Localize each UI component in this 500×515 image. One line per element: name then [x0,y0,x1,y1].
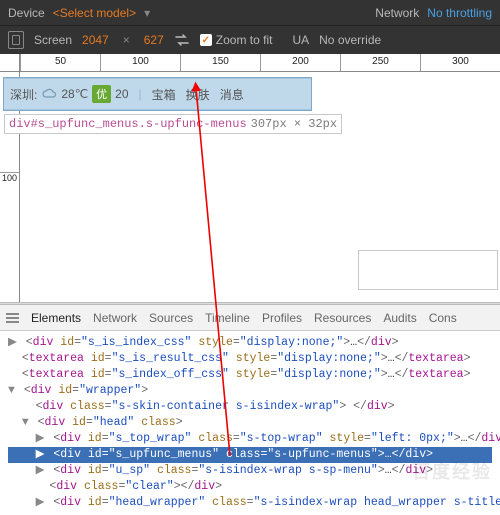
temperature: 28℃ [61,87,88,101]
screen-height[interactable]: 627 [144,33,164,47]
dropdown-icon[interactable]: ▾ [144,6,150,20]
search-input-placeholder [358,250,498,290]
tab-profiles[interactable]: Profiles [262,311,302,325]
throttling-select[interactable]: No throttling [427,6,492,20]
ruler-horizontal: 50 100 150 200 250 300 [0,54,500,72]
network-label: Network [375,6,419,20]
ua-select[interactable]: No override [319,33,381,47]
link-skin[interactable]: 换肤 [186,86,210,103]
dom-node[interactable]: ▶ <div id="s_top_wrap" class="s-top-wrap… [8,431,492,447]
tab-console[interactable]: Cons [429,311,457,325]
swap-icon[interactable] [174,32,190,48]
zoom-to-fit-checkbox[interactable]: ✓ Zoom to fit [200,33,273,47]
dom-node[interactable]: ▶ <div id="s_is_index_css" style="displa… [8,335,492,351]
dom-node[interactable]: ▼ <div id="head" class> [8,415,492,431]
device-label: Device [8,6,45,20]
cloud-icon [41,86,57,102]
tab-timeline[interactable]: Timeline [205,311,250,325]
dom-node[interactable]: ▼ <div id="wrapper"> [8,383,492,399]
tab-elements[interactable]: Elements [31,311,81,325]
dom-node[interactable]: <div class="s-skin-container s-isindex-w… [8,399,492,415]
link-message[interactable]: 消息 [220,86,244,103]
device-icon[interactable] [8,31,24,49]
dom-node[interactable]: <textarea id="s_index_off_css" style="di… [8,367,492,383]
screen-width[interactable]: 2047 [82,33,109,47]
dom-node[interactable]: ▶ <div id="head_wrapper" class="s-isinde… [8,495,492,511]
inspected-element-overlay: 深圳: 28℃ 优 20 | 宝箱 换肤 消息 [4,78,311,110]
dom-node[interactable]: <textarea id="s_is_result_css" style="di… [8,351,492,367]
screen-label: Screen [34,33,72,47]
dom-tree[interactable]: ▶ <div id="s_is_index_css" style="displa… [0,331,500,515]
element-dimensions-tooltip: div#s_upfunc_menus.s-upfunc-menus 307px … [4,114,342,134]
link-baoxiang[interactable]: 宝箱 [152,86,176,103]
times-label: × [123,33,130,47]
tab-audits[interactable]: Audits [383,311,416,325]
city-label: 深圳: [10,86,37,103]
aqi-value: 20 [115,87,128,101]
tab-sources[interactable]: Sources [149,311,193,325]
viewport-canvas: 100 深圳: 28℃ 优 20 | 宝箱 换肤 消息 div#s_upfunc… [0,72,500,302]
watermark: 百度经验 [412,458,492,484]
device-select[interactable]: <Select model> [53,6,136,20]
devtools-tabbar: Elements Network Sources Timeline Profil… [0,305,500,331]
selector-text: div#s_upfunc_menus.s-upfunc-menus [9,117,247,131]
tab-network[interactable]: Network [93,311,137,325]
tab-resources[interactable]: Resources [314,311,371,325]
menu-icon[interactable] [6,313,19,323]
aqi-badge: 优 [92,85,111,103]
ua-label: UA [292,33,309,47]
zoom-label: Zoom to fit [216,33,273,47]
